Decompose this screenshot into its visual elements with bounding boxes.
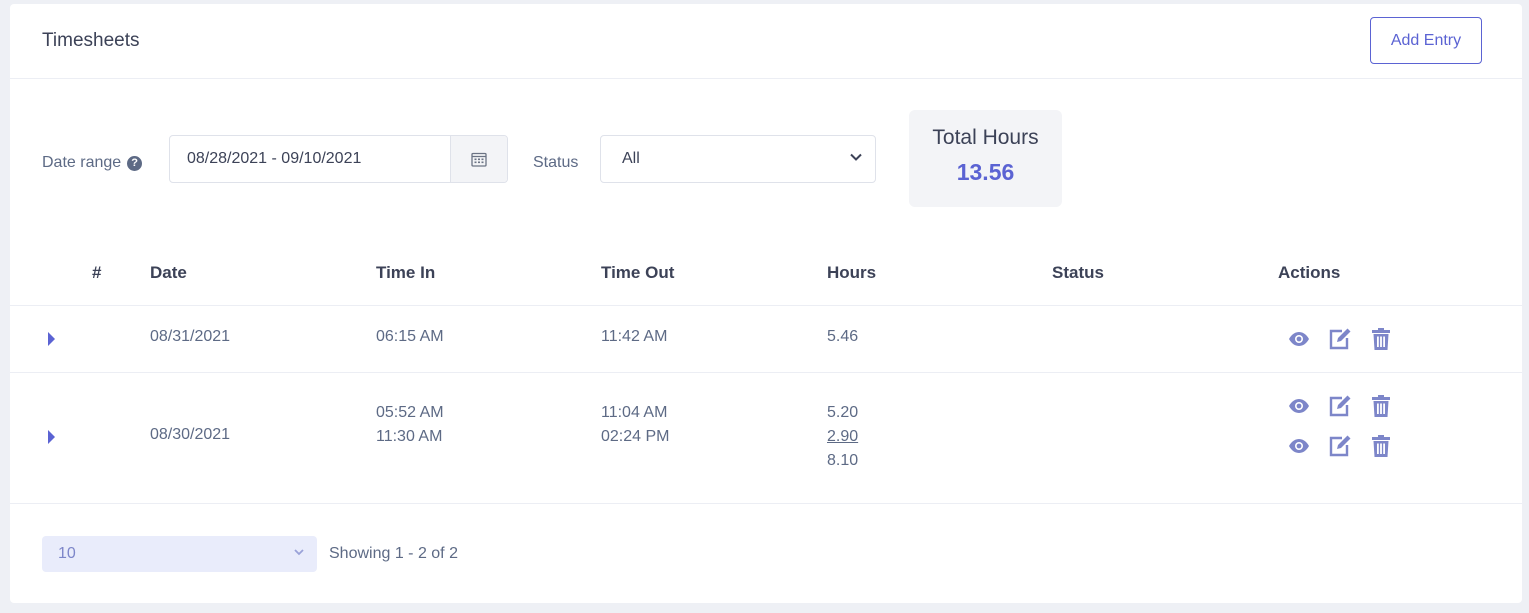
column-header-actions: Actions [1278,263,1341,282]
eye-icon[interactable] [1286,394,1311,418]
date-range-input[interactable]: 08/28/2021 - 09/10/2021 [169,135,508,183]
pagination-info: Showing 1 - 2 of 2 [329,545,458,562]
time-out-value: 02:24 PM [601,428,670,445]
column-header-time-out[interactable]: Time Out [601,263,674,283]
hours-value: 2.90 [827,428,859,445]
hours-value: 5.20 [827,404,859,421]
trash-icon[interactable] [1368,394,1393,418]
row-date: 08/31/2021 [150,328,231,345]
chevron-down-icon [849,150,863,169]
expand-icon[interactable] [48,430,55,444]
time-in-value: 05:52 AM [376,404,444,421]
column-header-hours[interactable]: Hours [827,263,876,283]
column-header-status[interactable]: Status [1052,263,1104,283]
table-row: 08/30/2021 05:52 AM 11:30 AM 11:04 AM 02… [10,373,1522,504]
row-time-in: 06:15 AM [376,328,444,345]
table-footer: 10 Showing 1 - 2 of 2 [10,536,1522,572]
eye-icon[interactable] [1286,327,1311,351]
expand-icon[interactable] [48,332,55,346]
row-date: 08/30/2021 [150,426,231,443]
edit-icon[interactable] [1327,434,1352,458]
total-hours-box: Total Hours 13.56 [909,110,1062,207]
edit-icon[interactable] [1327,394,1352,418]
table-header: # Date Time In Time Out Hours Status Act… [10,248,1522,306]
table-row: 08/31/2021 06:15 AM 11:42 AM 5.46 [10,306,1522,373]
date-range-label: Date range [42,154,122,171]
total-hours-label: Total Hours [932,126,1039,149]
row-time-out: 11:04 AM 02:24 PM [601,401,669,449]
chevron-down-icon [293,545,305,563]
help-icon[interactable]: ? [127,155,143,171]
date-range-label-group: Date range ? [42,154,143,172]
status-select-value: All [622,150,640,167]
row-actions [1286,394,1393,418]
calendar-icon[interactable] [450,136,507,182]
filters-bar: Date range ? 08/28/2021 - 09/10/2021 Sta… [10,110,1522,214]
timesheets-card: Timesheets Add Entry Date range ? 08/28/… [10,4,1522,603]
page-size-value: 10 [58,545,76,562]
timesheets-table: # Date Time In Time Out Hours Status Act… [10,248,1522,504]
row-time-out: 11:42 AM [601,328,668,345]
status-select[interactable]: All [600,135,876,183]
edit-icon[interactable] [1327,327,1352,351]
card-header: Timesheets Add Entry [10,4,1522,79]
row-actions [1286,434,1393,458]
column-header-time-in[interactable]: Time In [376,263,435,283]
row-hours: 5.20 2.90 8.10 [827,401,858,473]
column-header-date[interactable]: Date [150,263,187,283]
trash-icon[interactable] [1368,327,1393,351]
total-hours-value: 13.56 [956,159,1015,185]
row-actions [1286,327,1393,351]
hours-total: 8.10 [827,452,859,469]
page-size-select[interactable]: 10 [42,536,317,572]
date-range-value[interactable]: 08/28/2021 - 09/10/2021 [170,136,450,182]
add-entry-button[interactable]: Add Entry [1370,17,1482,64]
trash-icon[interactable] [1368,434,1393,458]
row-hours: 5.46 [827,328,859,345]
time-in-value: 11:30 AM [376,428,443,445]
eye-icon[interactable] [1286,434,1311,458]
page-title: Timesheets [42,30,140,51]
time-out-value: 11:04 AM [601,404,668,421]
status-filter-label: Status [533,154,579,171]
row-time-in: 05:52 AM 11:30 AM [376,401,444,449]
column-header-num: # [92,263,102,282]
